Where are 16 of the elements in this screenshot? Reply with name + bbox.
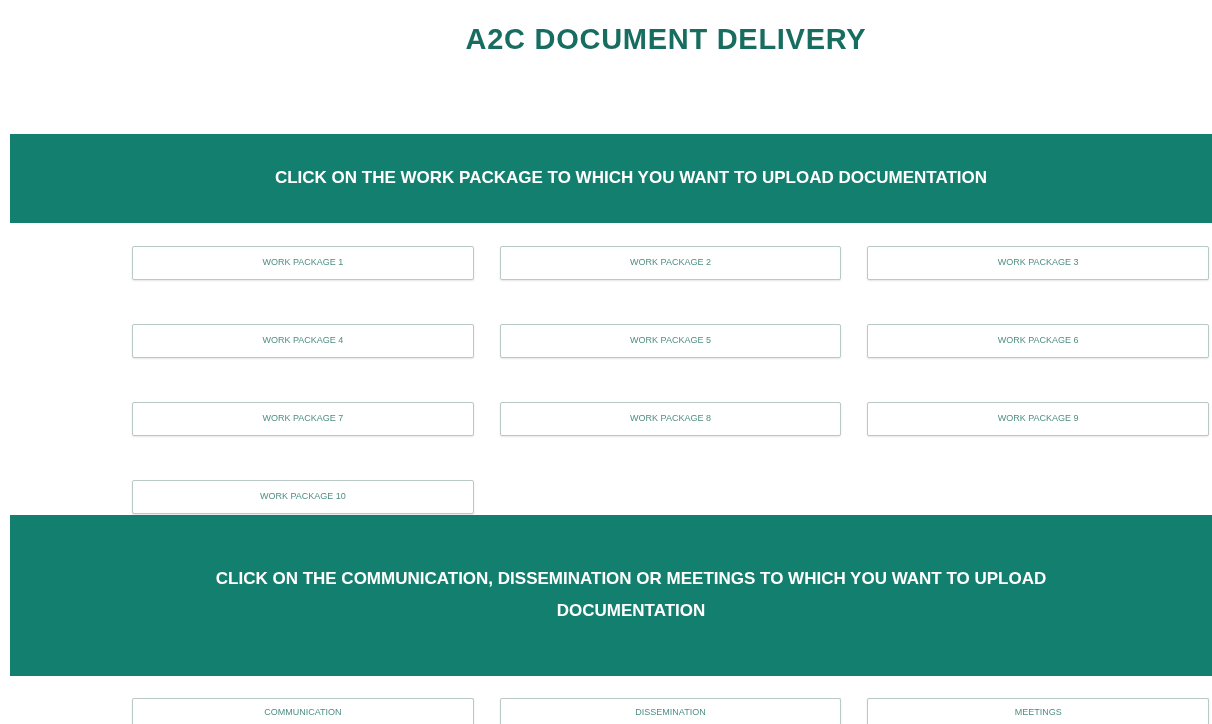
package-button[interactable]: WORK PACKAGE 8 xyxy=(499,401,842,436)
package-button[interactable]: COMMUNICATION xyxy=(132,697,474,724)
package-button[interactable]: WORK PACKAGE 4 xyxy=(132,323,474,358)
package-button[interactable]: MEETINGS xyxy=(867,697,1209,724)
package-button[interactable]: WORK PACKAGE 6 xyxy=(867,323,1209,358)
package-button[interactable]: WORK PACKAGE 1 xyxy=(132,245,474,280)
package-button[interactable]: WORK PACKAGE 10 xyxy=(132,479,474,514)
section-heading: CLICK ON THE COMMUNICATION, DISSEMINATION OR MEETINGS TO WHICH YOU WANT TO UPLOAD DOCUMENTATION xyxy=(214,568,1048,622)
package-button[interactable]: WORK PACKAGE 9 xyxy=(867,401,1209,436)
package-button[interactable]: WORK PACKAGE 3 xyxy=(867,245,1209,280)
package-button[interactable]: WORK PACKAGE 2 xyxy=(499,245,842,280)
package-button[interactable]: WORK PACKAGE 7 xyxy=(132,401,474,436)
package-button[interactable]: WORK PACKAGE 5 xyxy=(499,323,842,358)
package-button[interactable]: DISSEMINATION xyxy=(499,697,842,724)
section-heading: CLICK ON THE WORK PACKAGE TO WHICH YOU WANT TO UPLOAD DOCUMENTATION xyxy=(273,167,988,189)
page-title: A2C DOCUMENT DELIVERY xyxy=(464,22,867,57)
